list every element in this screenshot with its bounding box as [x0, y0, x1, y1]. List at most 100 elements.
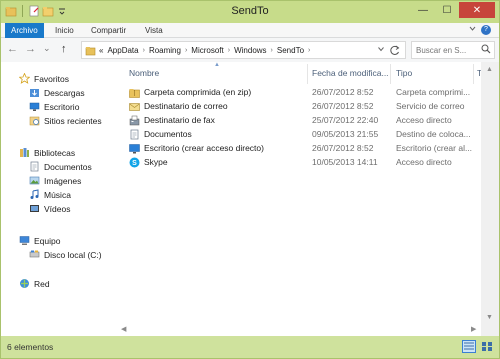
refresh-icon[interactable]: [389, 43, 401, 57]
file-date: 26/07/2012 8:52: [312, 101, 374, 111]
local-disk-icon: [29, 250, 40, 258]
up-button[interactable]: ↑: [61, 43, 67, 55]
nav-favorites-label: Favoritos: [34, 73, 69, 84]
skype-icon: S: [129, 157, 140, 168]
folder-icon: [85, 46, 96, 55]
file-row[interactable]: Carpeta comprimida (en zip) 26/07/2012 8…: [129, 87, 479, 100]
file-date: 09/05/2013 21:55: [312, 129, 379, 139]
address-dropdown-icon[interactable]: [377, 45, 385, 53]
breadcrumb-separator-icon[interactable]: ›: [228, 47, 230, 54]
nav-item-label: Vídeos: [44, 203, 71, 214]
nav-item-disco-local[interactable]: Disco local (C:): [29, 249, 102, 260]
nav-item-label: Disco local (C:): [44, 249, 102, 260]
file-name: Destinatario de fax: [144, 115, 215, 125]
breadcrumb-separator-icon[interactable]: ›: [308, 47, 310, 54]
breadcrumb-sendto[interactable]: SendTo: [277, 46, 304, 55]
chevron-down-icon[interactable]: [468, 24, 477, 33]
breadcrumb-separator-icon[interactable]: ›: [143, 47, 145, 54]
column-divider[interactable]: [473, 64, 474, 84]
breadcrumb-separator-icon[interactable]: ›: [271, 47, 273, 54]
minimize-button[interactable]: —: [411, 2, 435, 18]
breadcrumb-separator-icon[interactable]: ›: [185, 47, 187, 54]
nav-item-label: Imágenes: [44, 175, 82, 186]
breadcrumb-microsoft[interactable]: Microsoft: [191, 46, 223, 55]
nav-network[interactable]: Red: [19, 278, 50, 289]
scroll-down-icon[interactable]: ▼: [486, 314, 493, 321]
nav-item-label: Música: [44, 189, 71, 200]
item-count: 6 elementos: [7, 342, 54, 352]
close-button[interactable]: ✕: [459, 2, 495, 18]
scroll-left-icon[interactable]: ◀: [121, 325, 126, 333]
nav-item-label: Descargas: [44, 87, 85, 98]
nav-item-imagenes[interactable]: Imágenes: [29, 175, 81, 186]
svg-text:S: S: [132, 160, 137, 167]
explorer-window: SendTo — ☐ ✕ Archivo Inicio Compartir Vi…: [0, 0, 500, 359]
file-row[interactable]: Documentos 09/05/2013 21:55 Destino de c…: [129, 129, 479, 142]
file-name: Escritorio (crear acceso directo): [144, 143, 264, 153]
breadcrumb-windows[interactable]: Windows: [234, 46, 266, 55]
file-row[interactable]: S Skype 10/05/2013 14:11 Acceso directo: [129, 157, 479, 170]
file-name: Skype: [144, 157, 168, 167]
large-icons-view-button[interactable]: [480, 340, 494, 353]
nav-item-escritorio[interactable]: Escritorio: [29, 101, 79, 112]
help-icon[interactable]: ?: [481, 25, 491, 35]
libraries-icon: [20, 148, 29, 157]
scroll-up-icon[interactable]: ▲: [486, 66, 493, 73]
column-divider[interactable]: [307, 64, 308, 84]
file-row[interactable]: Escritorio (crear acceso directo) 26/07/…: [129, 143, 479, 156]
file-date: 10/05/2013 14:11: [312, 157, 378, 167]
column-header-fecha[interactable]: Fecha de modifica...: [312, 68, 389, 78]
navigation-pane: Favoritos Descargas Escritorio Sitios re…: [1, 62, 119, 336]
main-area: Favoritos Descargas Escritorio Sitios re…: [1, 62, 499, 336]
downloads-icon: [30, 89, 39, 97]
nav-item-label: Escritorio: [44, 101, 80, 112]
search-input[interactable]: [412, 42, 480, 58]
file-name: Documentos: [144, 129, 192, 139]
documents-icon: [130, 129, 139, 140]
nav-item-musica[interactable]: Música: [29, 189, 71, 200]
tab-inicio[interactable]: Inicio: [49, 23, 80, 38]
scroll-right-icon[interactable]: ▶: [471, 325, 476, 333]
breadcrumb-appdata[interactable]: AppData: [107, 46, 138, 55]
column-divider[interactable]: [390, 64, 391, 84]
nav-item-label: Documentos: [44, 161, 92, 172]
nav-favorites[interactable]: Favoritos: [19, 73, 69, 84]
file-name: Destinatario de correo: [144, 101, 228, 111]
column-header-tipo[interactable]: Tipo: [396, 68, 412, 78]
recent-locations-button[interactable]: ⌄: [43, 43, 51, 54]
file-date: 25/07/2012 22:40: [312, 115, 379, 125]
file-row[interactable]: Destinatario de fax 25/07/2012 22:40 Acc…: [129, 115, 479, 128]
file-type: Acceso directo: [396, 157, 452, 167]
desktop-icon: [129, 144, 140, 154]
nav-libraries[interactable]: Bibliotecas: [19, 147, 75, 158]
videos-icon: [30, 205, 39, 212]
back-button[interactable]: ←: [7, 43, 18, 55]
column-header-nombre[interactable]: Nombre: [129, 68, 159, 78]
ribbon-tabs: Archivo Inicio Compartir Vista ?: [1, 23, 499, 38]
tab-vista[interactable]: Vista: [139, 23, 169, 38]
tab-compartir[interactable]: Compartir: [85, 23, 132, 38]
search-box: [411, 41, 495, 59]
title-bar[interactable]: SendTo — ☐ ✕: [1, 1, 499, 23]
forward-button[interactable]: →: [25, 43, 36, 55]
maximize-button[interactable]: ☐: [435, 2, 459, 18]
nav-item-descargas[interactable]: Descargas: [29, 87, 85, 98]
fax-icon: [129, 115, 140, 126]
search-icon[interactable]: [481, 44, 491, 54]
file-row[interactable]: Destinatario de correo 26/07/2012 8:52 S…: [129, 101, 479, 114]
horizontal-scrollbar[interactable]: ◀ ▶: [119, 326, 481, 336]
nav-item-videos[interactable]: Vídeos: [29, 203, 70, 214]
tab-archivo[interactable]: Archivo: [5, 23, 44, 38]
nav-item-sitios-recientes[interactable]: Sitios recientes: [29, 115, 102, 126]
file-type: Servicio de correo: [396, 101, 465, 111]
nav-item-documentos[interactable]: Documentos: [29, 161, 92, 172]
file-date: 26/07/2012 8:52: [312, 87, 374, 97]
breadcrumb-overflow[interactable]: «: [99, 46, 103, 55]
nav-computer[interactable]: Equipo: [19, 235, 60, 246]
breadcrumb-roaming[interactable]: Roaming: [149, 46, 181, 55]
large-icons-view-icon: [482, 342, 492, 351]
details-view-button[interactable]: [462, 340, 476, 353]
file-list: ▲ Nombre Fecha de modifica... Tipo Tam C…: [119, 62, 481, 336]
vertical-scrollbar[interactable]: ▲ ▼: [481, 62, 499, 336]
address-box[interactable]: « AppData › Roaming › Microsoft › Window…: [81, 41, 406, 59]
